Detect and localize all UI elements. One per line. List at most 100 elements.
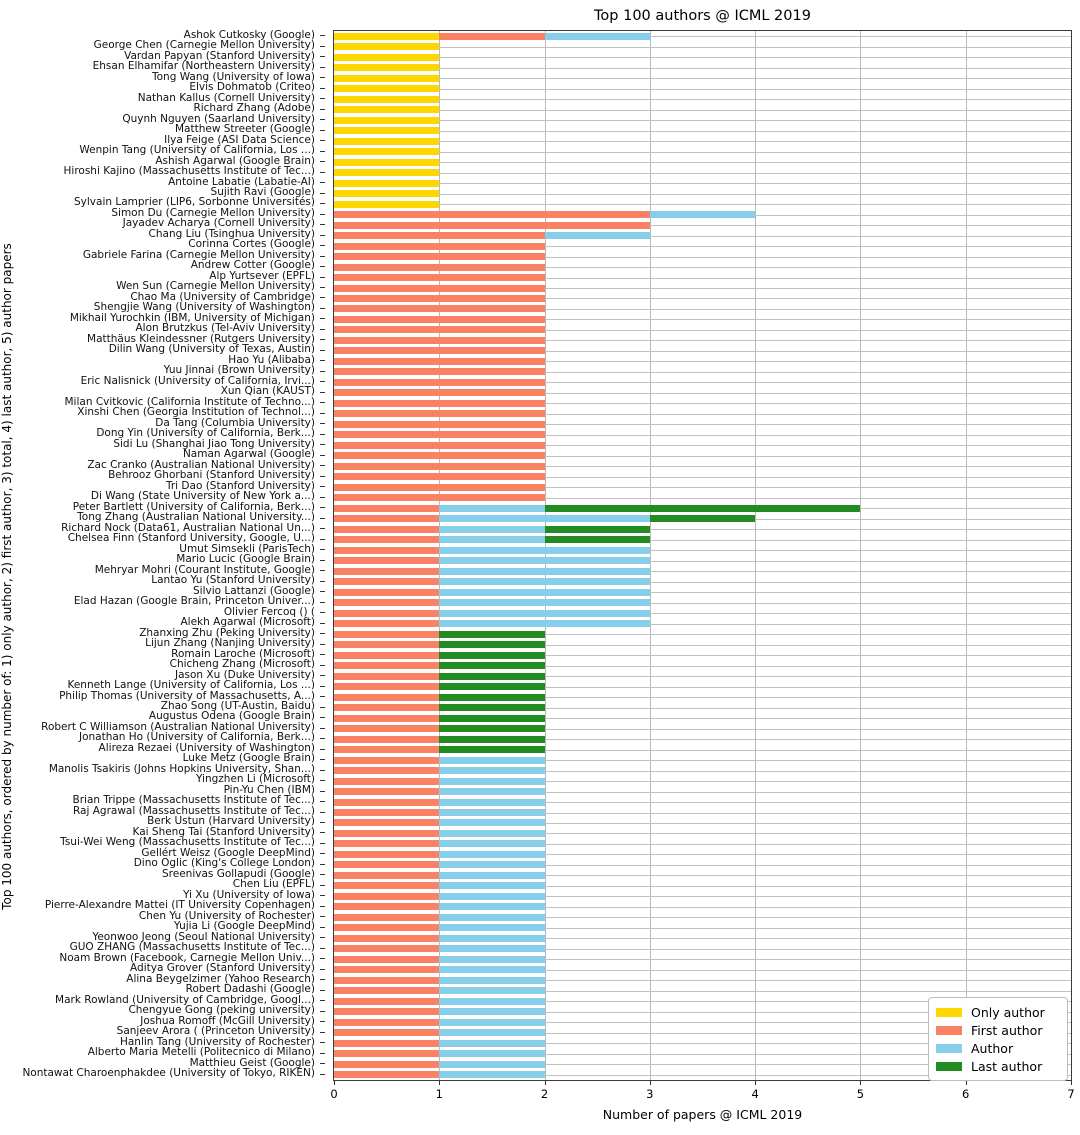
- bar-segment-first-author[interactable]: [334, 987, 440, 995]
- bar-segment-last-author[interactable]: [439, 672, 545, 680]
- bar-segment-first-author[interactable]: [334, 211, 650, 219]
- bar-segment-first-author[interactable]: [334, 903, 440, 911]
- legend-item[interactable]: Last author: [936, 1057, 1060, 1075]
- bar-segment-first-author[interactable]: [334, 588, 440, 596]
- bar-row[interactable]: [334, 945, 1071, 953]
- bar-segment-first-author[interactable]: [334, 913, 440, 921]
- bar-row[interactable]: [334, 221, 1071, 229]
- bar-segment-first-author[interactable]: [334, 578, 440, 586]
- bar-segment-first-author[interactable]: [334, 557, 440, 565]
- bar-segment-last-author[interactable]: [544, 525, 650, 533]
- bar-segment-last-author[interactable]: [439, 746, 545, 754]
- bar-segment-last-author[interactable]: [649, 515, 756, 523]
- bar-row[interactable]: [334, 483, 1071, 491]
- bar-segment-first-author[interactable]: [334, 1039, 440, 1047]
- bar-segment-first-author[interactable]: [334, 515, 440, 523]
- bar-segment-first-author[interactable]: [334, 934, 440, 942]
- bar-row[interactable]: [334, 809, 1071, 816]
- bar-row[interactable]: [334, 315, 1071, 323]
- legend-item[interactable]: Author: [936, 1039, 1060, 1057]
- bar-segment-first-author[interactable]: [334, 284, 545, 292]
- bar-row[interactable]: [334, 211, 1071, 219]
- bar-row[interactable]: [334, 620, 1071, 628]
- bar-segment-first-author[interactable]: [334, 221, 650, 229]
- bar-row[interactable]: [334, 819, 1071, 827]
- bar-row[interactable]: [334, 53, 1071, 61]
- bar-segment-first-author[interactable]: [334, 882, 440, 890]
- bar-segment-first-author[interactable]: [334, 232, 545, 240]
- bar-segment-first-author[interactable]: [334, 840, 440, 848]
- bar-segment-author[interactable]: [439, 840, 545, 848]
- bar-row[interactable]: [334, 106, 1071, 114]
- bar-segment-first-author[interactable]: [334, 976, 440, 984]
- bar-row[interactable]: [334, 578, 1071, 586]
- bar-row[interactable]: [334, 630, 1071, 638]
- bar-segment-first-author[interactable]: [334, 829, 440, 837]
- bar-row[interactable]: [334, 515, 1071, 523]
- bar-segment-first-author[interactable]: [334, 651, 440, 659]
- bar-segment-last-author[interactable]: [439, 714, 545, 722]
- bar-row[interactable]: [334, 693, 1071, 701]
- bar-row[interactable]: [334, 95, 1071, 103]
- bar-segment-first-author[interactable]: [334, 431, 545, 439]
- bar-segment-author[interactable]: [439, 1071, 545, 1079]
- bar-segment-author[interactable]: [439, 578, 650, 586]
- bar-segment-first-author[interactable]: [334, 767, 440, 775]
- bar-segment-last-author[interactable]: [439, 683, 545, 691]
- bar-segment-author[interactable]: [439, 903, 545, 911]
- bar-segment-first-author[interactable]: [334, 410, 545, 418]
- bar-segment-author[interactable]: [439, 1018, 545, 1026]
- bar-segment-last-author[interactable]: [544, 536, 650, 544]
- bar-segment-first-author[interactable]: [334, 955, 440, 963]
- bar-segment-author[interactable]: [439, 557, 650, 565]
- bar-row[interactable]: [334, 294, 1071, 302]
- bar-row[interactable]: [334, 672, 1071, 680]
- bar-row[interactable]: [334, 378, 1071, 386]
- bar-row[interactable]: [334, 557, 1071, 565]
- bar-row[interactable]: [334, 788, 1071, 796]
- bar-row[interactable]: [334, 955, 1071, 963]
- bar-row[interactable]: [334, 525, 1071, 533]
- bar-segment-first-author[interactable]: [334, 809, 440, 816]
- bar-segment-first-author[interactable]: [334, 389, 545, 397]
- bar-row[interactable]: [334, 829, 1071, 837]
- bar-segment-first-author[interactable]: [334, 263, 545, 271]
- bar-segment-first-author[interactable]: [334, 641, 440, 649]
- bar-row[interactable]: [334, 767, 1071, 775]
- bar-row[interactable]: [334, 714, 1071, 722]
- bar-segment-first-author[interactable]: [334, 1029, 440, 1037]
- bar-row[interactable]: [334, 326, 1071, 334]
- bar-row[interactable]: [334, 546, 1071, 554]
- bar-segment-author[interactable]: [439, 924, 545, 932]
- bar-segment-author[interactable]: [439, 767, 545, 775]
- bar-segment-author[interactable]: [439, 966, 545, 974]
- bar-segment-first-author[interactable]: [334, 892, 440, 900]
- bar-segment-first-author[interactable]: [334, 850, 440, 858]
- bar-row[interactable]: [334, 74, 1071, 82]
- bar-segment-only-author[interactable]: [334, 53, 440, 61]
- bar-row[interactable]: [334, 903, 1071, 911]
- bar-segment-author[interactable]: [439, 809, 545, 816]
- bar-segment-author[interactable]: [439, 955, 545, 963]
- bar-row[interactable]: [334, 431, 1071, 439]
- bar-segment-only-author[interactable]: [334, 32, 440, 40]
- bar-segment-first-author[interactable]: [334, 253, 545, 261]
- bar-segment-author[interactable]: [439, 567, 650, 575]
- bar-segment-only-author[interactable]: [334, 158, 440, 166]
- bar-segment-first-author[interactable]: [334, 347, 545, 355]
- bar-row[interactable]: [334, 85, 1071, 93]
- bar-segment-author[interactable]: [439, 798, 545, 806]
- bar-row[interactable]: [334, 347, 1071, 355]
- bar-segment-author[interactable]: [544, 32, 650, 40]
- bar-row[interactable]: [334, 137, 1071, 145]
- bar-row[interactable]: [334, 64, 1071, 72]
- bar-row[interactable]: [334, 473, 1071, 481]
- bar-segment-first-author[interactable]: [334, 494, 545, 502]
- bar-segment-first-author[interactable]: [334, 788, 440, 796]
- bar-row[interactable]: [334, 32, 1071, 40]
- bar-row[interactable]: [334, 735, 1071, 743]
- bar-row[interactable]: [334, 840, 1071, 848]
- bar-row[interactable]: [334, 725, 1071, 733]
- bar-row[interactable]: [334, 882, 1071, 890]
- bar-row[interactable]: [334, 190, 1071, 198]
